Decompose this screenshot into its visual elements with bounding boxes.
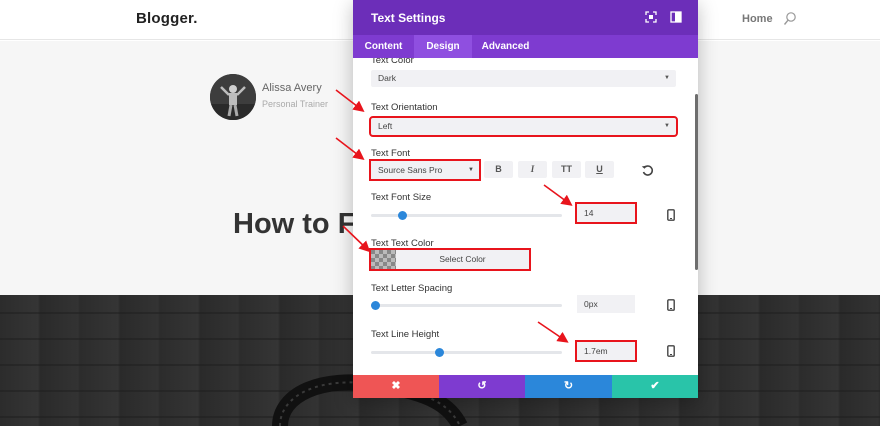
scrollbar[interactable] [695,94,698,270]
text-orientation-label: Text Orientation [371,102,438,113]
reset-icon[interactable] [641,164,654,177]
font-size-input[interactable]: 14 [575,202,637,224]
text-orientation-select[interactable]: Left ▼ [369,116,678,137]
site-logo[interactable]: Blogger. [136,10,198,27]
settings-panel: Text Color Dark ▼ Text Orientation Left … [353,58,698,375]
text-font-size-label: Text Font Size [371,192,432,203]
text-orientation-value: Left [378,121,393,131]
italic-button[interactable]: I [518,161,547,178]
text-color-label: Text Color [371,58,414,66]
bold-button[interactable]: B [484,161,513,178]
save-button[interactable]: ✔ [612,375,698,398]
text-settings-modal: Text Settings Content Design Advanced Te… [353,0,698,398]
modal-header: Text Settings [353,0,698,35]
phone-icon[interactable] [667,209,675,221]
nav-home-link[interactable]: Home [742,13,773,25]
letter-spacing-slider-handle[interactable] [371,301,380,310]
transparent-swatch [371,250,396,269]
text-font-label: Text Font [371,148,411,159]
line-height-input[interactable]: 1.7em [575,340,637,362]
redo-button[interactable]: ↻ [525,375,612,398]
phone-icon[interactable] [667,345,675,357]
author-role: Personal Trainer [262,99,329,109]
fullscreen-icon[interactable] [645,11,657,23]
modal-title: Text Settings [371,11,446,25]
sidebar-toggle-icon[interactable] [670,11,682,23]
text-color-select[interactable]: Dark ▼ [371,70,676,87]
tab-design[interactable]: Design [414,35,472,58]
text-color-picker[interactable]: Select Color [369,248,531,271]
letter-spacing-input[interactable]: 0px [577,295,635,313]
select-color-button[interactable]: Select Color [396,250,529,269]
author-name[interactable]: Alissa Avery [262,82,322,94]
line-height-slider[interactable] [371,351,562,354]
text-color-value: Dark [378,73,396,83]
tab-bar: Content Design Advanced [353,35,698,58]
text-font-value: Source Sans Pro [378,165,443,175]
uppercase-button[interactable]: TT [552,161,581,178]
avatar [210,74,256,120]
font-size-slider-handle[interactable] [398,211,408,220]
search-icon[interactable] [783,11,797,27]
phone-icon[interactable] [667,299,675,311]
tab-content[interactable]: Content [353,35,414,58]
caret-down-icon: ▼ [664,75,670,81]
letter-spacing-label: Text Letter Spacing [371,283,453,294]
letter-spacing-slider[interactable] [371,304,562,307]
text-text-color-label: Text Text Color [371,238,434,249]
discard-button[interactable]: ✖ [353,375,439,398]
line-height-label: Text Line Height [371,329,440,340]
modal-footer: ✖ ↺ ↻ ✔ [353,375,698,398]
post-title: How to Fi [233,208,364,240]
underline-button[interactable]: U [585,161,614,178]
undo-button[interactable]: ↺ [439,375,525,398]
caret-down-icon: ▼ [664,123,670,129]
caret-down-icon: ▼ [468,167,474,173]
text-font-select[interactable]: Source Sans Pro ▼ [369,159,481,181]
line-height-slider-handle[interactable] [434,348,444,357]
tab-advanced[interactable]: Advanced [472,35,539,58]
